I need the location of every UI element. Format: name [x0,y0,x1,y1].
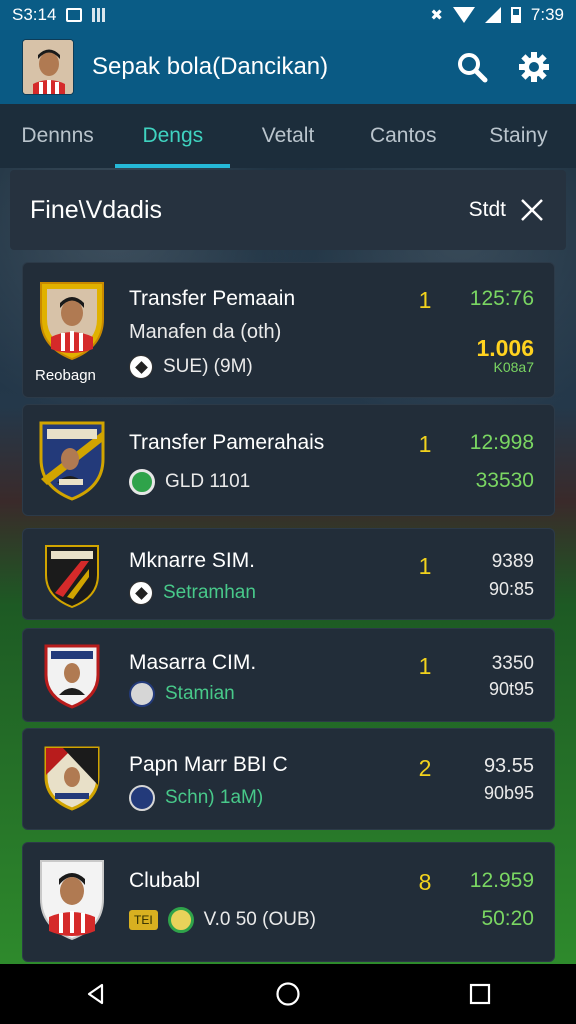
player-subtitle: Manafen da (oth) [129,321,282,343]
rank: 2 [418,755,432,781]
player-meta: SUE) (9M) [163,356,253,377]
recents-button[interactable] [460,974,500,1014]
app-notification-icon [92,8,107,22]
value-secondary: 50:20 [481,907,534,930]
avatar[interactable] [22,39,74,95]
value-highlight: 1.006 [476,335,534,361]
app-bar: Sepak bola(Dancikan) [0,30,576,104]
player-name: Papn Marr BBI C [129,753,288,776]
tab-vetalt[interactable]: Vetalt [230,104,345,168]
app-title: Sepak bola(Dancikan) [92,53,329,80]
back-icon [87,983,104,1005]
rank: 8 [418,869,432,895]
player-name: Mknarre SIM. [129,549,256,572]
player-meta: Stamian [165,683,235,704]
player-name: Transfer Pemaain [129,287,296,310]
home-button[interactable] [268,974,308,1014]
club-crest [43,745,101,811]
value-primary: 12:998 [469,431,534,454]
rank: 1 [418,653,432,679]
value-secondary: 90t95 [488,679,534,699]
list-item[interactable]: Papn Marr BBI C Schn) 1aM) 2 93.55 90b95 [22,728,555,830]
club-badge-icon [167,907,194,933]
player-name: Masarra CIM. [129,651,257,674]
filter-panel: Fine\Vdadis Stdt [10,170,566,250]
list-item[interactable]: Masarra CIM. Stamian 1 3350 90t95 [22,628,555,722]
tab-cantos[interactable]: Cantos [346,104,461,168]
value-secondary: 33530 [475,469,534,492]
club-crest [37,279,107,361]
value-primary: 3350 [491,653,534,674]
status-time: 7:39 [530,5,564,24]
value-secondary: 90b95 [483,783,534,803]
club-badge-icon [129,785,155,811]
value-secondary: 90:85 [488,579,534,599]
player-name: Clubabl [129,869,201,892]
rank: 1 [418,431,432,457]
value-primary: 125:76 [469,287,534,310]
settings-button[interactable] [514,47,554,87]
navigation-bar [0,964,576,1024]
rank: 1 [418,553,432,579]
club-badge-icon [129,681,155,707]
club-crest [43,643,101,709]
tab-bar: Dennns Dengs Vetalt Cantos Stainy [0,104,576,168]
list-item[interactable]: Transfer Pamerahais GLD 1101 1 12:998 33… [22,404,555,516]
tab-dengs[interactable]: Dengs [115,104,231,168]
signal-icon [484,7,501,23]
search-button[interactable] [452,47,492,87]
club-crest [37,419,107,501]
battery-icon [510,7,521,23]
meta-badge: TEI [129,910,158,930]
player-meta: V.0 50 (OUB) [203,909,316,930]
close-icon [521,199,543,221]
filter-title: Fine\Vdadis [30,195,163,224]
player-meta: Setramhan [163,582,256,603]
value-primary: 93.55 [483,755,534,777]
wifi-icon [452,7,475,23]
player-name: Transfer Pamerahais [129,431,325,454]
club-crest [43,543,101,609]
value-secondary: K08a7 [493,359,534,375]
tab-stainy[interactable]: Stainy [461,104,576,168]
nfc-icon: ✖ [430,7,443,24]
sort-button[interactable]: Stdt [469,198,506,222]
player-meta: Schn) 1aM) [165,787,264,808]
player-meta: GLD 1101 [165,471,251,492]
crest-label: Reobagn [35,367,96,384]
search-icon [458,53,488,83]
list-item[interactable]: Clubabl TEI V.0 50 (OUB) 8 12.959 50:20 [22,842,555,962]
status-time-left: S3:14 [12,5,57,24]
football-icon [129,581,153,605]
close-button[interactable] [518,196,546,224]
recents-icon [469,983,491,1005]
value-primary: 12.959 [469,869,534,892]
status-bar: S3:14 ✖ 7:39 [0,0,576,30]
list-item[interactable]: Reobagn Transfer Pemaain Manafen da (oth… [22,262,555,398]
club-badge-icon [129,469,155,495]
home-icon [276,982,300,1006]
list-item[interactable]: Mknarre SIM. Setramhan 1 9389 90:85 [22,528,555,620]
notification-icon [66,8,83,22]
club-crest [37,857,107,943]
football-icon [129,355,153,379]
value-primary: 9389 [491,551,534,572]
settings-gear-icon [519,52,549,82]
rank: 1 [418,287,432,313]
tab-dennns[interactable]: Dennns [0,104,115,168]
back-button[interactable] [76,974,116,1014]
